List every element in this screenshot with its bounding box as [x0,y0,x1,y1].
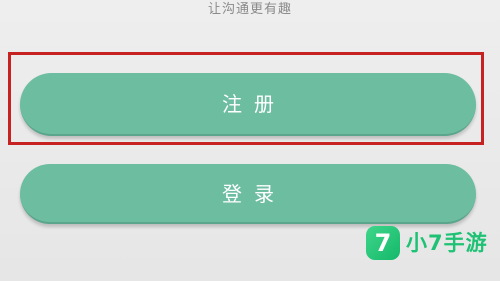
watermark: 7 小7手游 [366,225,488,261]
watermark-logo-icon: 7 [366,226,400,260]
watermark-text: 小7手游 [406,231,488,255]
register-button[interactable]: 注册 [20,73,476,136]
login-button[interactable]: 登录 [20,164,476,224]
register-button-label: 注册 [222,92,286,116]
login-button-label: 登录 [222,182,286,206]
app-tagline: 让沟通更有趣 [207,2,292,17]
